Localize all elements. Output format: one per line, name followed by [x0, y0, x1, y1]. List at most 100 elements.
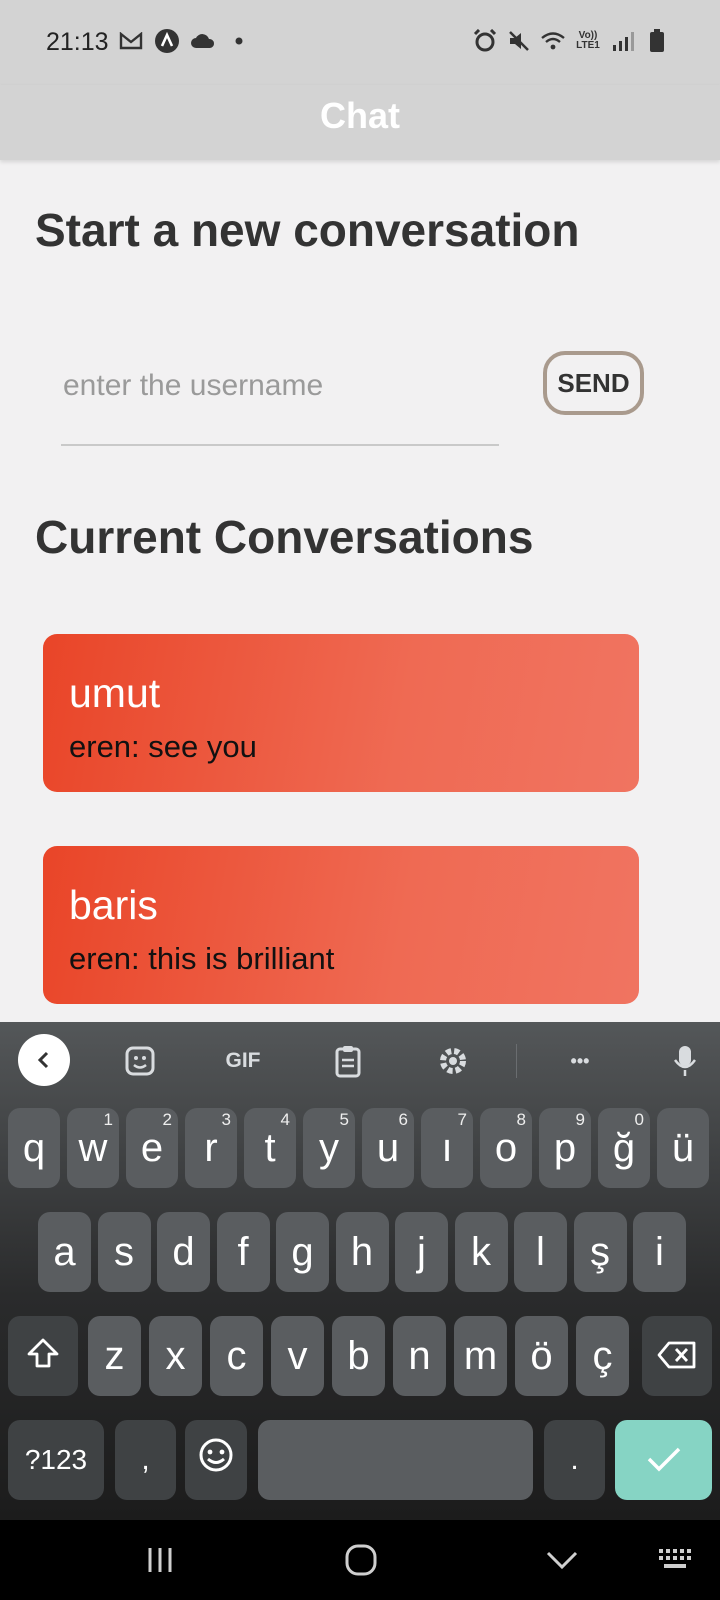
key-hint: 5 [339, 1110, 349, 1129]
key-label: r [204, 1125, 218, 1170]
conversation-name: baris [69, 882, 158, 928]
key-hint: 8 [516, 1110, 526, 1129]
symbols-key[interactable]: ?123 [8, 1420, 104, 1500]
letter-key[interactable]: m [454, 1316, 507, 1396]
shift-icon [26, 1334, 60, 1379]
conversation-preview: eren: this is brilliant [69, 941, 335, 976]
letter-key[interactable]: w1 [67, 1108, 119, 1188]
letter-key[interactable]: ü [657, 1108, 709, 1188]
letter-key[interactable]: l [514, 1212, 567, 1292]
letter-key[interactable]: e2 [126, 1108, 178, 1188]
key-hint: 0 [634, 1110, 644, 1129]
username-field [61, 360, 503, 446]
gear-icon[interactable] [428, 1036, 478, 1086]
key-hint: 2 [162, 1110, 172, 1129]
letter-key[interactable]: ç [576, 1316, 629, 1396]
letter-key[interactable]: v [271, 1316, 324, 1396]
keyboard-toolbar: GIF ••• [0, 1022, 720, 1098]
app-circle-icon [154, 28, 180, 54]
period-key[interactable]: . [544, 1420, 605, 1500]
letter-key[interactable]: a [38, 1212, 91, 1292]
key-label: u [376, 1125, 400, 1170]
status-bar: 21:13 Vo)) LTE1 [0, 0, 720, 85]
backspace-key[interactable] [642, 1316, 712, 1396]
conversation-preview: eren: see you [69, 729, 257, 764]
key-label: ı [441, 1125, 453, 1170]
letter-key[interactable]: r3 [185, 1108, 237, 1188]
send-button[interactable]: SEND [543, 351, 644, 415]
letter-key[interactable]: ğ0 [598, 1108, 650, 1188]
letter-key[interactable]: s [97, 1212, 151, 1292]
letter-key[interactable]: i [633, 1212, 686, 1292]
recent-apps-icon[interactable] [130, 1534, 190, 1586]
gif-button[interactable]: GIF [218, 1036, 268, 1086]
dot-icon [226, 28, 252, 54]
key-hint: 9 [575, 1110, 585, 1129]
letter-key[interactable]: b [332, 1316, 385, 1396]
new-conversation-heading: Start a new conversation [35, 204, 580, 256]
comma-key[interactable]: , [115, 1420, 176, 1500]
letter-key[interactable]: ö [515, 1316, 568, 1396]
key-label: p [553, 1125, 577, 1170]
current-conversations-heading: Current Conversations [35, 511, 534, 563]
status-right-icons: Vo)) LTE1 [472, 28, 670, 54]
chevron-left-icon[interactable] [18, 1034, 70, 1086]
letter-key[interactable]: u6 [362, 1108, 414, 1188]
backspace-icon [657, 1334, 697, 1379]
letter-key[interactable]: n [393, 1316, 446, 1396]
letter-key[interactable]: z [88, 1316, 141, 1396]
conversation-card[interactable]: baris eren: this is brilliant [43, 846, 639, 1004]
gmail-icon [118, 28, 144, 54]
keyboard-switch-icon[interactable] [646, 1534, 706, 1586]
hide-keyboard-icon[interactable] [532, 1534, 592, 1586]
letter-key[interactable]: c [210, 1316, 263, 1396]
letter-key[interactable]: k [454, 1212, 508, 1292]
more-icon[interactable]: ••• [555, 1036, 605, 1086]
letter-key[interactable]: q [8, 1108, 60, 1188]
letter-key[interactable]: j [395, 1212, 448, 1292]
letter-key[interactable]: h [335, 1212, 389, 1292]
conversation-card[interactable]: umut eren: see you [43, 634, 639, 792]
navigation-bar [0, 1520, 720, 1600]
home-icon[interactable] [331, 1534, 391, 1586]
letter-key[interactable]: y5 [303, 1108, 355, 1188]
toolbar-divider [516, 1044, 517, 1078]
key-label: ğ [612, 1125, 636, 1170]
conversation-name: umut [69, 670, 161, 716]
username-input[interactable] [61, 360, 503, 412]
clipboard-icon[interactable] [323, 1036, 373, 1086]
battery-icon [644, 28, 670, 54]
letter-key[interactable]: o8 [480, 1108, 532, 1188]
letter-key[interactable]: d [157, 1212, 210, 1292]
mute-icon [506, 28, 532, 54]
status-time: 21:13 [46, 28, 109, 56]
letter-key[interactable]: ı7 [421, 1108, 473, 1188]
wifi-icon [540, 28, 566, 54]
shift-key[interactable] [8, 1316, 78, 1396]
soft-keyboard: GIF ••• qw1e2r3t4y5u6ı7o8p9ğ0ü asdfghjkl… [0, 1022, 720, 1520]
key-hint: 4 [280, 1110, 290, 1129]
sticker-icon[interactable] [115, 1036, 165, 1086]
letter-key[interactable]: p9 [539, 1108, 591, 1188]
done-key[interactable] [615, 1420, 712, 1500]
letter-key[interactable]: g [276, 1212, 329, 1292]
key-label: w [78, 1125, 108, 1170]
emoji-key[interactable] [185, 1420, 247, 1500]
letter-key[interactable]: f [216, 1212, 270, 1292]
key-label: ü [671, 1125, 695, 1170]
key-label: y [319, 1125, 339, 1170]
letter-key[interactable]: ş [573, 1212, 627, 1292]
key-label: o [494, 1125, 518, 1170]
key-label: e [140, 1125, 164, 1170]
cloud-icon [190, 28, 216, 54]
microphone-icon[interactable] [660, 1036, 710, 1086]
space-key[interactable] [258, 1420, 533, 1500]
key-label: t [264, 1125, 276, 1170]
app-bar: Chat [0, 85, 720, 160]
key-label: q [22, 1125, 46, 1170]
letter-key[interactable]: t4 [244, 1108, 296, 1188]
key-hint: 1 [103, 1110, 113, 1129]
letter-key[interactable]: x [149, 1316, 202, 1396]
key-hint: 7 [457, 1110, 467, 1129]
volte-icon: Vo)) LTE1 [576, 30, 600, 51]
